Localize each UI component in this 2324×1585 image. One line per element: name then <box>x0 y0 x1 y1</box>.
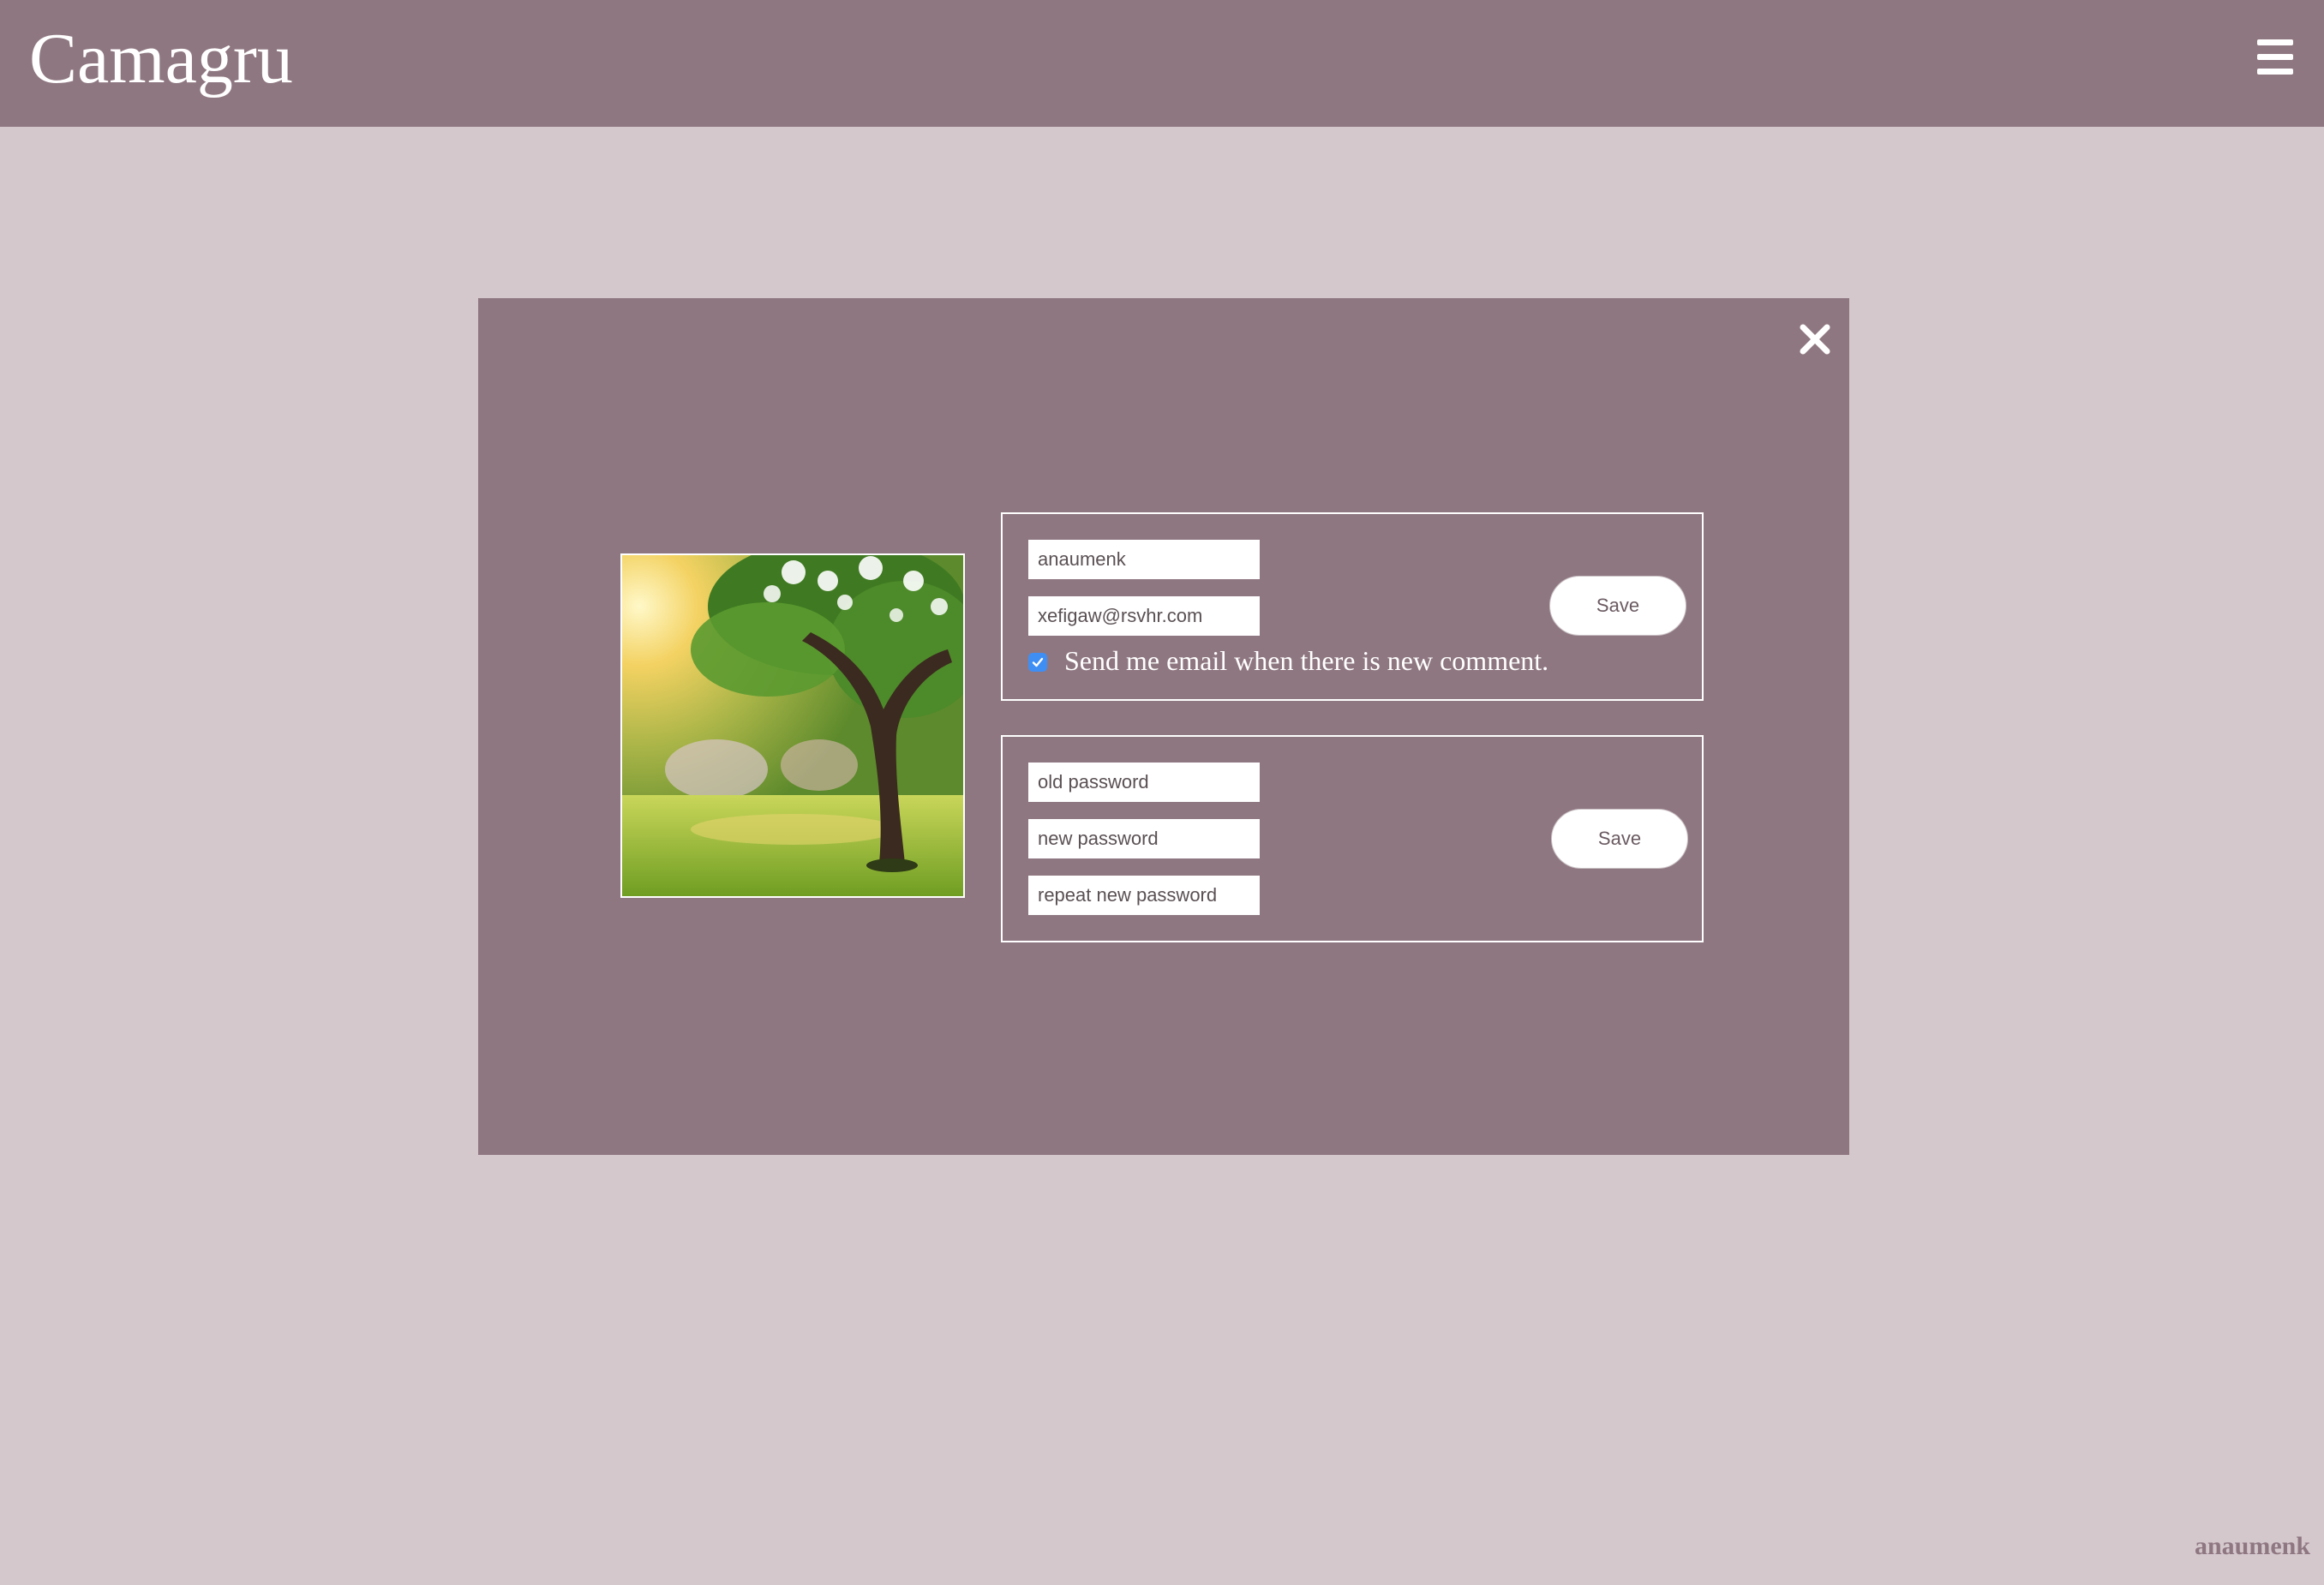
old-password-field[interactable] <box>1028 763 1260 802</box>
close-icon[interactable] <box>1798 322 1832 356</box>
footer-username: anaumenk <box>2194 1532 2310 1560</box>
email-field[interactable] <box>1028 596 1260 636</box>
settings-modal: Send me email when there is new comment.… <box>478 298 1849 1155</box>
brand-logo-text[interactable]: Camagru <box>29 12 293 106</box>
new-password-field[interactable] <box>1028 819 1260 858</box>
username-field[interactable] <box>1028 540 1260 579</box>
notify-option: Send me email when there is new comment. <box>1028 643 1577 677</box>
hamburger-menu-icon[interactable] <box>2257 39 2293 75</box>
password-settings-panel: Save <box>1001 735 1704 942</box>
repeat-password-field[interactable] <box>1028 876 1260 915</box>
top-navbar: Camagru <box>0 0 2324 127</box>
profile-avatar-image[interactable] <box>620 553 965 898</box>
save-password-button[interactable]: Save <box>1551 809 1688 869</box>
notify-checkbox-label[interactable]: Send me email when there is new comment. <box>1064 643 1548 679</box>
save-profile-button[interactable]: Save <box>1549 576 1686 636</box>
notify-checkbox[interactable] <box>1028 653 1047 672</box>
profile-settings-panel: Send me email when there is new comment.… <box>1001 512 1704 701</box>
